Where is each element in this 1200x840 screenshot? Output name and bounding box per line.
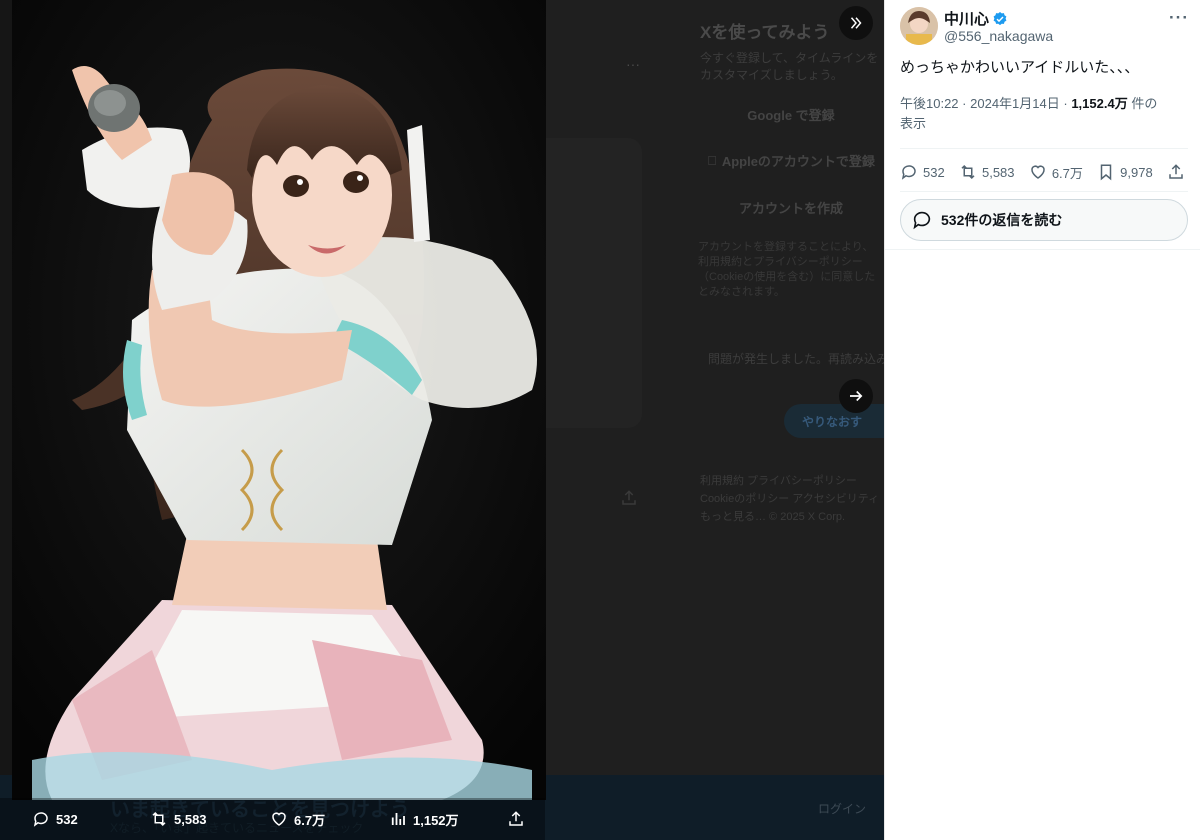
share-icon (509, 811, 523, 826)
tweet-text: めっちゃかわいいアイドルいた、、、 (900, 59, 1140, 76)
media-reply-count: 532 (56, 811, 78, 827)
retweet-icon (152, 811, 166, 827)
tweet-view-count: 1,152.4万 (1071, 96, 1128, 111)
author-name-row[interactable]: 中川心 (944, 8, 1008, 29)
tweet-meta: 午後10:22 · 2024年1月14日 · 1,152.4万 件の 表示 (900, 94, 1190, 134)
background-card (545, 138, 642, 428)
share-button[interactable] (1167, 163, 1190, 181)
like-icon (1031, 165, 1045, 179)
apple-signup-label: Appleのアカウントで登録 (716, 153, 875, 169)
bookmark-count: 9,978 (1120, 164, 1153, 180)
tweet-time[interactable]: 午後10:22 (900, 96, 959, 111)
verified-badge-icon (993, 11, 1007, 25)
media-action-bar: 532 5,583 6.7万 1,152万 (0, 798, 545, 840)
like-count: 6.7万 (1051, 165, 1083, 181)
reply-icon (913, 211, 931, 230)
error-message: 問題が発生しました。再読み込みしてください。 (708, 352, 884, 366)
apple-signup-button[interactable]:  Appleのアカウントで登録 (696, 143, 886, 177)
tweet-action-row: 532 5,583 6.7万 9,978 (900, 160, 1190, 184)
media-retweet-count: 5,583 (174, 811, 207, 827)
read-replies-button[interactable]: 532件の返信を読む (900, 199, 1188, 241)
media-views-count: 1,152万 (413, 812, 459, 828)
retweet-icon (961, 164, 975, 180)
divider (900, 191, 1188, 192)
footer-links-3[interactable]: もっと見る… © 2025 X Corp. (700, 508, 884, 527)
collapse-panel-button[interactable] (839, 6, 873, 40)
terms-text: アカウントを登録することにより、利用規約とプライバシーポリシー（Cookieの使… (698, 241, 876, 298)
next-arrow-icon (850, 390, 863, 402)
views-label: 表示 (900, 116, 927, 131)
apple-icon:  (707, 153, 717, 168)
bookmark-icon (1100, 164, 1112, 181)
reply-icon (33, 812, 48, 827)
read-replies-label: 532件の返信を読む (941, 212, 1063, 228)
media-views-button[interactable]: 1,152万 (389, 810, 507, 829)
media-retweet-button[interactable]: 5,583 (150, 810, 270, 828)
share-icon (1169, 164, 1183, 179)
retweet-button[interactable]: 5,583 (959, 163, 1015, 181)
reply-icon (901, 165, 916, 180)
media-reply-button[interactable]: 532 (32, 810, 150, 828)
avatar-image (900, 7, 938, 45)
media-like-button[interactable]: 6.7万 (270, 810, 389, 829)
avatar[interactable] (900, 7, 938, 45)
login-link[interactable]: ログイン (818, 800, 866, 817)
next-media-button[interactable] (839, 379, 873, 413)
divider (885, 249, 1200, 250)
views-suffix: 件の (1131, 96, 1158, 111)
background-subtitle: 今すぐ登録して、タイムラインをカスタマイズしましょう。 (700, 51, 879, 82)
divider (900, 148, 1188, 149)
views-icon (391, 813, 405, 825)
display-name: 中川心 (944, 11, 990, 28)
meta-separator: · (962, 96, 971, 111)
media-share-button[interactable] (507, 810, 531, 828)
tweet-date[interactable]: 2024年1月14日 (970, 96, 1060, 111)
background-more-icon: ··· (626, 56, 640, 72)
google-signup-button[interactable]: Google で登録 (696, 97, 886, 131)
user-handle[interactable]: @556_nakagawa (944, 28, 1053, 44)
tweet-sidebar: 中川心 @556_nakagawa ··· めっちゃかわいいアイドルいた、、、 … (884, 0, 1200, 840)
more-icon[interactable]: ··· (1169, 8, 1189, 28)
collapse-icon (850, 17, 862, 29)
idol-performer-illustration (12, 0, 546, 800)
footer-links-1[interactable]: 利用規約 プライバシーポリシー (700, 472, 884, 491)
reply-count: 532 (923, 164, 945, 180)
tweet-media-photo[interactable] (12, 0, 546, 800)
footer-links-2[interactable]: Cookieのポリシー アクセシビリティ (700, 490, 884, 509)
retweet-count: 5,583 (981, 164, 1015, 180)
media-like-count: 6.7万 (294, 812, 326, 828)
bookmark-button[interactable]: 9,978 (1097, 163, 1153, 181)
create-account-button[interactable]: アカウントを作成 (696, 190, 886, 224)
like-button[interactable]: 6.7万 (1029, 163, 1083, 182)
background-share-icon (622, 490, 636, 505)
reply-button[interactable]: 532 (900, 163, 945, 181)
like-icon (272, 812, 286, 826)
